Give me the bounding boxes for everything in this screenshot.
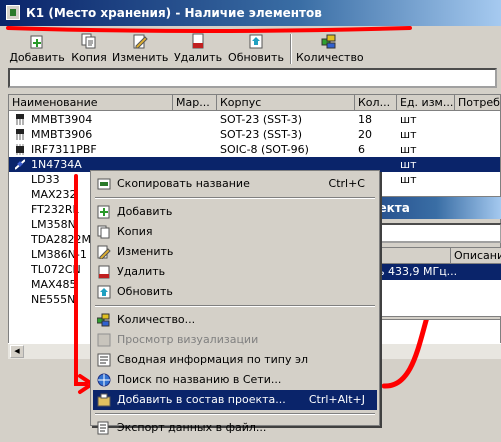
cell-qty: 6 (358, 143, 365, 156)
column-header-package[interactable]: Корпус (217, 95, 355, 111)
column-header-unit[interactable]: Ед. изм... (397, 95, 455, 111)
menu-item[interactable]: Копия (93, 222, 377, 242)
cell-unit: шт (400, 128, 417, 141)
toolbar-separator (290, 34, 292, 64)
add-to-project-icon (97, 393, 111, 407)
table-row[interactable]: IRF7311PBF SOIC-8 (SOT-96) 6 шт (9, 142, 500, 157)
cell-name: IRF7311PBF (31, 143, 97, 156)
menu-separator (95, 305, 375, 307)
menu-item[interactable]: Добавить (93, 202, 377, 222)
title-underline-annotation (6, 26, 412, 33)
menu-item-label: Экспорт данных в файл... (117, 421, 267, 434)
menu-item[interactable]: Экспорт данных в файл... (93, 418, 377, 438)
window-title: К1 (Место хранения) - Наличие элементов (26, 6, 322, 20)
preview-icon (97, 333, 111, 347)
cell-package: SOT-23 (SST-3) (220, 113, 303, 126)
chip-icon (15, 144, 25, 155)
menu-item-label: Сводная информация по типу эл (117, 353, 309, 366)
scroll-left-icon[interactable]: ◀ (10, 345, 24, 358)
toolbar-edit-label: Изменить (112, 51, 169, 64)
menu-item[interactable]: Количество... (93, 310, 377, 330)
menu-item[interactable]: Добавить в состав проекта... Ctrl+Alt+J (93, 390, 377, 410)
delete-icon (97, 265, 111, 279)
menu-item[interactable]: Скопировать название Ctrl+C (93, 174, 377, 194)
cell-package: SOIC-8 (SOT-96) (220, 143, 309, 156)
export-icon (97, 421, 111, 435)
cell-unit: шт (400, 158, 417, 171)
toolbar-copy-button[interactable]: Копия (68, 33, 110, 65)
menu-item-label: Поиск по названию в Сети... (117, 373, 282, 386)
toolbar-quantity-button[interactable]: Количество (296, 33, 364, 65)
menu-item-label: Добавить в состав проекта... (117, 393, 286, 406)
column-header-qty[interactable]: Кол... (355, 95, 397, 111)
menu-item-shortcut: Ctrl+C (328, 177, 365, 190)
toolbar-copy-label: Копия (71, 51, 107, 64)
cell-name: MMBT3906 (31, 128, 93, 141)
table-row[interactable]: MMBT3906 SOT-23 (SST-3) 20 шт (9, 127, 500, 142)
menu-item[interactable]: Сводная информация по типу эл (93, 350, 377, 370)
menu-item[interactable]: Обновить (93, 282, 377, 302)
menu-item: Просмотр визуализации (93, 330, 377, 350)
refresh-icon (97, 285, 111, 299)
transistor-icon (15, 129, 25, 140)
column-header-name[interactable]: Наименование (9, 95, 173, 111)
cell-qty: 20 (358, 128, 372, 141)
menu-separator (95, 413, 375, 415)
copy-icon (97, 225, 111, 239)
toolbar-delete-button[interactable]: Удалить (172, 33, 224, 65)
add-icon (29, 33, 45, 49)
cell-unit: шт (400, 143, 417, 156)
menu-item-label: Изменить (117, 245, 174, 258)
toolbar-refresh-label: Обновить (228, 51, 284, 64)
toolbar-add-button[interactable]: Добавить (8, 33, 66, 65)
menu-item-label: Удалить (117, 265, 166, 278)
menu-item-label: Обновить (117, 285, 173, 298)
menu-item-label: Добавить (117, 205, 173, 218)
toolbar-edit-button[interactable]: Изменить (112, 33, 168, 65)
cell-unit: шт (400, 113, 417, 126)
summary-icon (97, 353, 111, 367)
copy-icon (81, 33, 97, 49)
copy-name-icon (97, 177, 111, 191)
column-header-mark[interactable]: Мар... (173, 95, 217, 111)
menu-item[interactable]: Удалить (93, 262, 377, 282)
menu-item[interactable]: Поиск по названию в Сети... (93, 370, 377, 390)
search-input[interactable] (8, 68, 497, 88)
menu-item[interactable]: Изменить (93, 242, 377, 262)
menu-item-shortcut: Ctrl+Alt+J (308, 393, 365, 406)
toolbar-delete-label: Удалить (173, 51, 223, 64)
quantity-icon (321, 33, 337, 49)
edit-icon (97, 245, 111, 260)
cell-unit: шт (400, 173, 417, 186)
toolbar-refresh-button[interactable]: Обновить (226, 33, 286, 65)
diode-icon (14, 159, 26, 170)
cell-package: SOT-23 (SST-3) (220, 128, 303, 141)
add-icon (97, 205, 111, 219)
context-menu: Скопировать название Ctrl+C Добавить Копия И… (90, 170, 380, 435)
title-bar[interactable]: К1 (Место хранения) - Наличие элементов (0, 0, 501, 26)
edit-icon (132, 33, 148, 49)
transistor-icon (15, 114, 25, 125)
delete-icon (190, 33, 206, 49)
quantity-icon (96, 313, 111, 327)
column-header-consumption[interactable]: Потреб... (455, 95, 500, 111)
menu-item-label: Просмотр визуализации (117, 333, 259, 346)
toolbar-quantity-label: Количество (296, 51, 364, 64)
project-column-header-description[interactable]: Описание (451, 248, 501, 264)
cell-name: MMBT3904 (31, 113, 93, 126)
refresh-icon (248, 33, 264, 49)
toolbar-add-label: Добавить (9, 51, 65, 64)
table-row[interactable]: MMBT3904 SOT-23 (SST-3) 18 шт (9, 112, 500, 127)
cell-qty: 18 (358, 113, 372, 126)
menu-separator (95, 197, 375, 199)
web-search-icon (97, 373, 111, 387)
menu-item-label: Копия (117, 225, 153, 238)
menu-item-label: Скопировать название (117, 177, 250, 190)
app-icon (6, 5, 20, 20)
menu-item-label: Количество... (117, 313, 196, 326)
